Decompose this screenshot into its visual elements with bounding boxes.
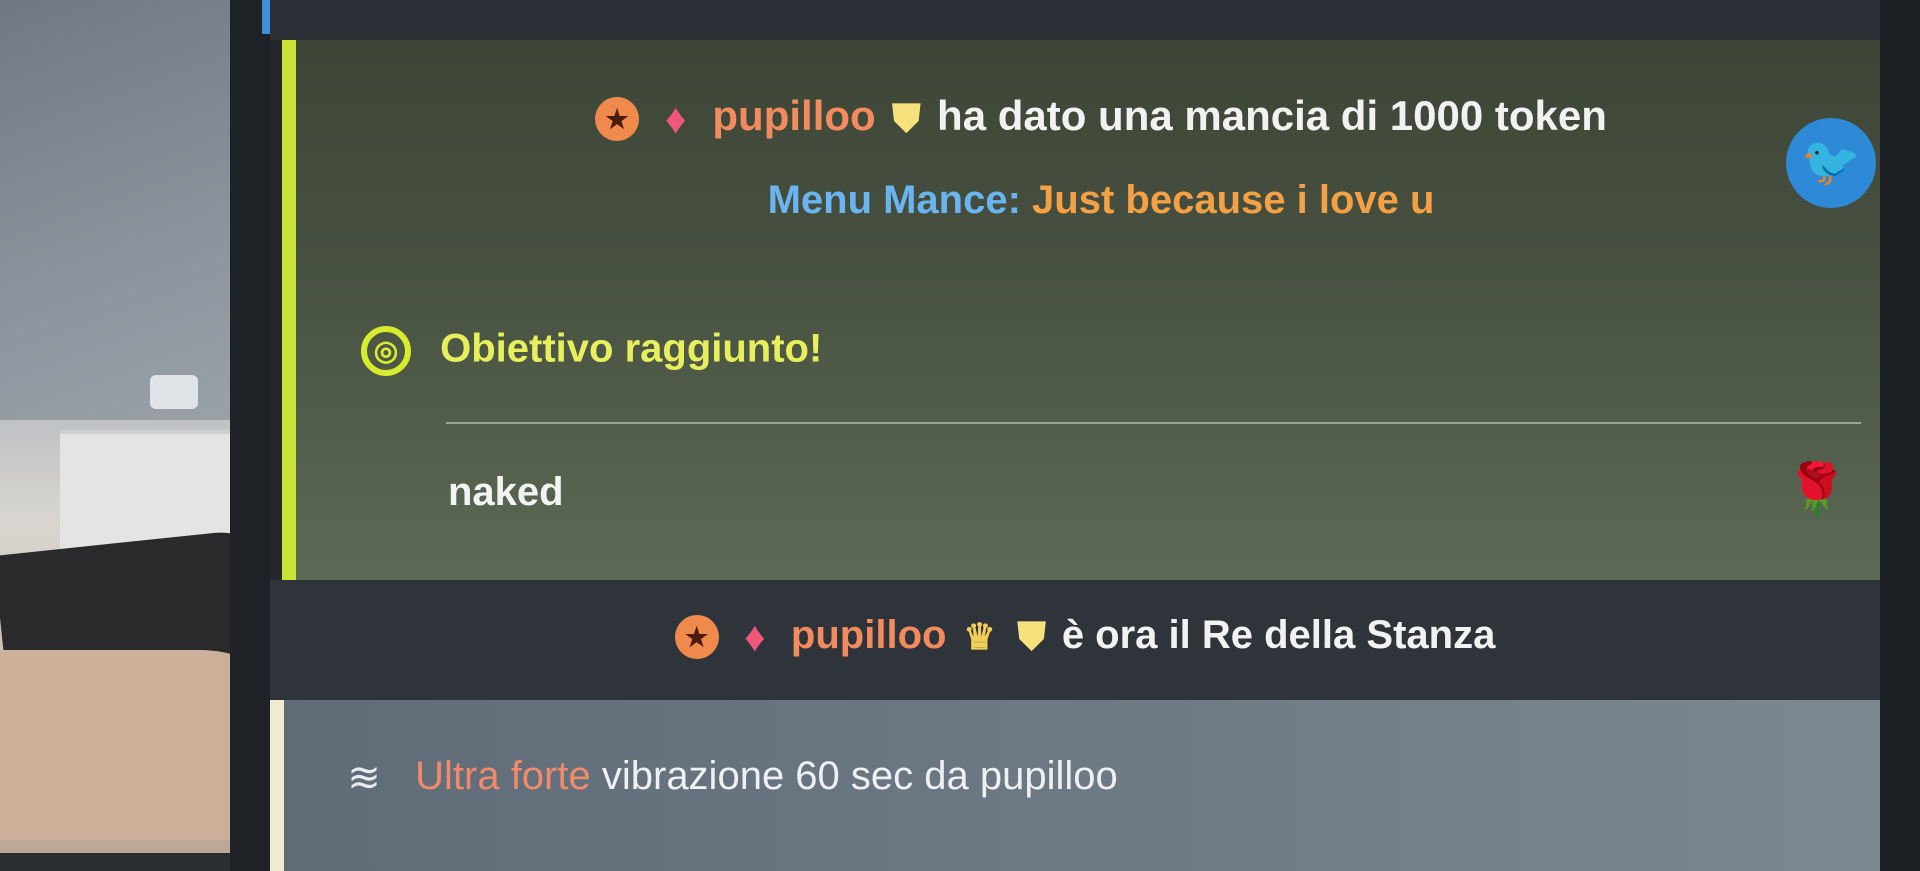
goal-reached-line: ◎ Obiettivo raggiunto! xyxy=(361,326,822,376)
tip-menu-line: Menu Mance: Just because i love u xyxy=(296,178,1906,223)
gem-badge-icon: ♦ xyxy=(665,94,687,142)
tip-menu-item: Just because i love u xyxy=(1032,178,1435,222)
crown-badge-icon: ♛ xyxy=(963,616,996,658)
shield-badge-icon: ⛊ xyxy=(1017,616,1046,659)
vibration-notification: ≋ Ultra forte vibrazione 60 sec da pupil… xyxy=(270,700,1914,871)
twitter-icon[interactable]: 🐦 xyxy=(1786,118,1876,208)
tip-notification: ★ ♦ pupilloo ⛊ ha dato una mancia di 100… xyxy=(282,40,1906,580)
king-line: ★ ♦ pupilloo ♛ ⛊ è ora il Re della Stanz… xyxy=(270,613,1900,661)
king-username[interactable]: pupilloo xyxy=(791,613,947,657)
gem-badge-icon: ♦ xyxy=(744,613,766,661)
star-badge-icon: ★ xyxy=(595,96,640,141)
chat-topbar xyxy=(270,0,1920,40)
chat-panel: ★ ♦ pupilloo ⛊ ha dato una mancia di 100… xyxy=(270,40,1914,871)
screen-right-edge xyxy=(1880,0,1920,871)
goal-reached-text: Obiettivo raggiunto! xyxy=(440,326,823,371)
tipper-username[interactable]: pupilloo xyxy=(712,92,875,139)
vibration-line: ≋ Ultra forte vibrazione 60 sec da pupil… xyxy=(336,754,1118,801)
vibration-level: Ultra forte xyxy=(415,754,591,798)
tip-menu-label: Menu Mance: xyxy=(767,178,1021,222)
rose-icon: 🌹 xyxy=(1785,461,1848,517)
goal-item: naked xyxy=(448,470,564,514)
tip-message: ha dato una mancia di 1000 token xyxy=(937,92,1607,139)
vibration-icon: ≋ xyxy=(347,756,381,801)
king-message: è ora il Re della Stanza xyxy=(1061,613,1496,657)
king-notification: ★ ♦ pupilloo ♛ ⛊ è ora il Re della Stanz… xyxy=(270,580,1900,700)
video-door-handle xyxy=(150,375,198,409)
goal-divider xyxy=(446,422,1861,424)
video-wall xyxy=(0,0,240,420)
tip-line: ★ ♦ pupilloo ⛊ ha dato una mancia di 100… xyxy=(296,92,1906,141)
star-badge-icon: ★ xyxy=(674,615,719,660)
goal-target-icon: ◎ xyxy=(361,326,411,376)
shield-badge-icon: ⛊ xyxy=(892,97,921,140)
vibration-message: vibrazione 60 sec da pupilloo xyxy=(601,754,1118,798)
